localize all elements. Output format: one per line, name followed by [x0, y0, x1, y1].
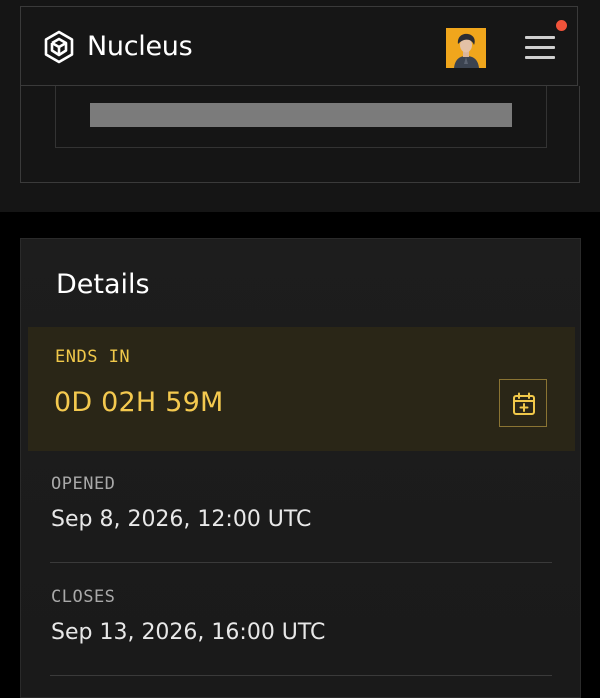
details-title: Details — [56, 269, 150, 300]
calendar-add-icon — [513, 392, 535, 415]
hamburger-menu-icon-bar — [525, 56, 555, 59]
add-to-calendar-button[interactable] — [499, 379, 547, 427]
gray-bar — [90, 103, 512, 127]
content-frame — [20, 86, 580, 183]
ends-in-label: ENDS IN — [55, 347, 131, 367]
closes-label: CLOSES — [51, 587, 116, 607]
user-avatar-icon — [446, 28, 486, 68]
notification-dot — [555, 19, 568, 32]
menu-button[interactable] — [521, 31, 555, 63]
app-header: Nucleus — [20, 6, 578, 86]
divider — [50, 562, 552, 563]
closes-value: Sep 13, 2026, 16:00 UTC — [51, 620, 326, 645]
hamburger-menu-icon-bar — [525, 36, 555, 39]
divider — [50, 675, 552, 676]
top-section: Nucleus — [0, 0, 600, 212]
hamburger-menu-icon-bar — [525, 46, 555, 49]
brand-name[interactable]: Nucleus — [87, 27, 193, 67]
opened-label: OPENED — [51, 474, 116, 494]
countdown-value: 0D 02H 59M — [54, 387, 224, 418]
details-card: Details ENDS IN 0D 02H 59M OPENED Sep 8,… — [20, 238, 581, 698]
inner-frame — [55, 86, 547, 148]
avatar[interactable] — [446, 28, 486, 68]
nucleus-logo-icon[interactable] — [41, 29, 77, 65]
opened-value: Sep 8, 2026, 12:00 UTC — [51, 507, 312, 532]
ends-in-panel: ENDS IN 0D 02H 59M — [28, 327, 575, 451]
